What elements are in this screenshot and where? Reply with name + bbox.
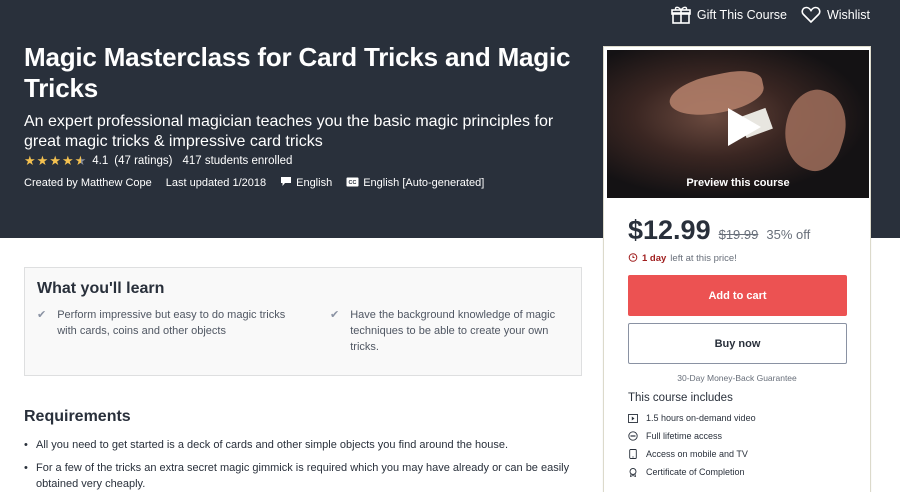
- rating-count[interactable]: (47 ratings): [114, 155, 172, 167]
- mobile-icon: [628, 449, 638, 459]
- heart-icon: [801, 6, 821, 24]
- course-title: Magic Masterclass for Card Tricks and Ma…: [24, 42, 571, 103]
- language-label: English: [296, 177, 333, 189]
- preview-label: Preview this course: [686, 177, 790, 189]
- star-icon: ★: [61, 153, 74, 168]
- alarm-clock-icon: [628, 252, 638, 265]
- captions-label: English [Auto-generated]: [363, 177, 485, 189]
- check-icon: ✔: [37, 309, 47, 321]
- gift-icon: [671, 6, 691, 24]
- gift-label: Gift This Course: [696, 8, 787, 22]
- infinity-icon: [628, 431, 638, 441]
- course-preview-video[interactable]: Preview this course: [607, 50, 869, 198]
- requirements-title: Requirements: [24, 408, 131, 425]
- check-icon: ✔: [330, 309, 340, 321]
- include-label: Full lifetime access: [646, 431, 723, 441]
- last-updated: Last updated 1/2018: [165, 177, 267, 189]
- learn-item: ✔ Have the background knowledge of magic…: [330, 307, 570, 355]
- includes-title: This course includes: [628, 392, 733, 404]
- money-back-guarantee: 30-Day Money-Back Guarantee: [677, 373, 797, 383]
- list-item: 1.5 hours on-demand video: [628, 409, 756, 427]
- deadline-text: left at this price!: [670, 253, 737, 264]
- language: English: [280, 176, 332, 190]
- wishlist-label: Wishlist: [826, 8, 870, 22]
- wishlist-button[interactable]: Wishlist: [801, 6, 870, 24]
- include-label: Certificate of Completion: [646, 467, 745, 477]
- play-icon[interactable]: [725, 106, 763, 148]
- instructor[interactable]: Created by Matthew Cope: [24, 177, 152, 189]
- list-item: All you need to get started is a deck of…: [24, 437, 584, 453]
- list-item: For a few of the tricks an extra secret …: [24, 460, 584, 492]
- original-price: $19.99: [718, 227, 759, 242]
- learn-title: What you'll learn: [37, 280, 165, 297]
- current-price: $12.99: [628, 215, 711, 245]
- include-label: Access on mobile and TV: [646, 449, 748, 459]
- include-label: 1.5 hours on-demand video: [646, 413, 756, 423]
- rating-value: 4.1: [92, 155, 109, 167]
- price-row: $12.99 $19.99 35% off: [628, 215, 810, 246]
- list-item: Access on mobile and TV: [628, 445, 756, 463]
- discount-percent: 35% off: [766, 227, 811, 242]
- add-to-cart-button[interactable]: Add to cart: [628, 275, 847, 316]
- list-item: Certificate of Completion: [628, 463, 756, 481]
- star-icon: ★: [74, 153, 87, 168]
- video-icon: [628, 413, 638, 423]
- gift-course-button[interactable]: Gift This Course: [671, 6, 787, 24]
- requirements-section: Requirements All you need to get started…: [24, 408, 584, 492]
- top-actions: Gift This Course Wishlist: [671, 0, 900, 30]
- captions: CC English [Auto-generated]: [346, 177, 484, 190]
- rating-row: ★ ★ ★ ★ ★ 4.1 (47 ratings) 417 students …: [24, 153, 293, 168]
- price-deadline: 1 day left at this price!: [628, 252, 737, 265]
- star-icon: ★: [36, 153, 49, 168]
- includes-list: 1.5 hours on-demand video Full lifetime …: [628, 409, 756, 481]
- requirements-list: All you need to get started is a deck of…: [24, 437, 584, 492]
- speech-bubble-icon: [280, 176, 292, 190]
- learn-item-text: Perform impressive but easy to do magic …: [57, 309, 286, 337]
- course-meta: Created by Matthew Cope Last updated 1/2…: [24, 176, 484, 190]
- list-item: Full lifetime access: [628, 427, 756, 445]
- course-subtitle: An expert professional magician teaches …: [24, 113, 554, 150]
- svg-text:CC: CC: [349, 180, 357, 186]
- what-you-will-learn: What you'll learn ✔ Perform impressive b…: [24, 267, 582, 376]
- buy-now-button[interactable]: Buy now: [628, 323, 847, 364]
- closed-captions-icon: CC: [346, 177, 359, 190]
- star-rating: ★ ★ ★ ★ ★: [24, 153, 87, 168]
- certificate-icon: [628, 467, 638, 477]
- star-icon: ★: [24, 153, 36, 168]
- star-icon: ★: [49, 153, 61, 168]
- deadline-days: 1 day: [642, 253, 667, 264]
- learn-item: ✔ Perform impressive but easy to do magi…: [37, 307, 287, 339]
- students-enrolled: 417 students enrolled: [182, 155, 293, 167]
- learn-item-text: Have the background knowledge of magic t…: [350, 309, 556, 353]
- purchase-card: Preview this course $12.99 $19.99 35% of…: [603, 46, 871, 492]
